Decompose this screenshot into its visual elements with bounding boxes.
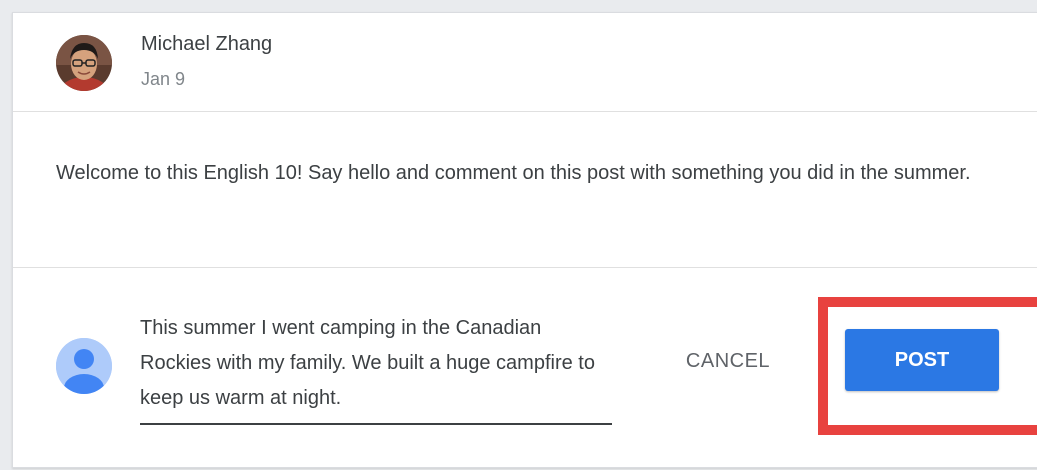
post-button[interactable]: POST	[845, 329, 999, 391]
classroom-stream-page: Michael Zhang Jan 9 Welcome to this Engl…	[0, 0, 1037, 470]
post-card: Michael Zhang Jan 9 Welcome to this Engl…	[12, 12, 1037, 468]
author-avatar-photo-icon	[56, 35, 112, 91]
cancel-button[interactable]: CANCEL	[668, 341, 788, 381]
comment-divider	[13, 267, 1037, 268]
post-body-text: Welcome to this English 10! Say hello an…	[56, 162, 971, 184]
user-avatar-icon	[56, 338, 112, 394]
user-avatar	[56, 338, 112, 394]
author-name[interactable]: Michael Zhang	[141, 33, 272, 56]
author-avatar[interactable]	[56, 35, 112, 91]
comment-input[interactable]: This summer I went camping in the Canadi…	[140, 311, 612, 425]
post-date: Jan 9	[141, 69, 186, 89]
comment-input-value[interactable]: This summer I went camping in the Canadi…	[140, 311, 612, 416]
post-header: Michael Zhang Jan 9	[13, 13, 1037, 112]
